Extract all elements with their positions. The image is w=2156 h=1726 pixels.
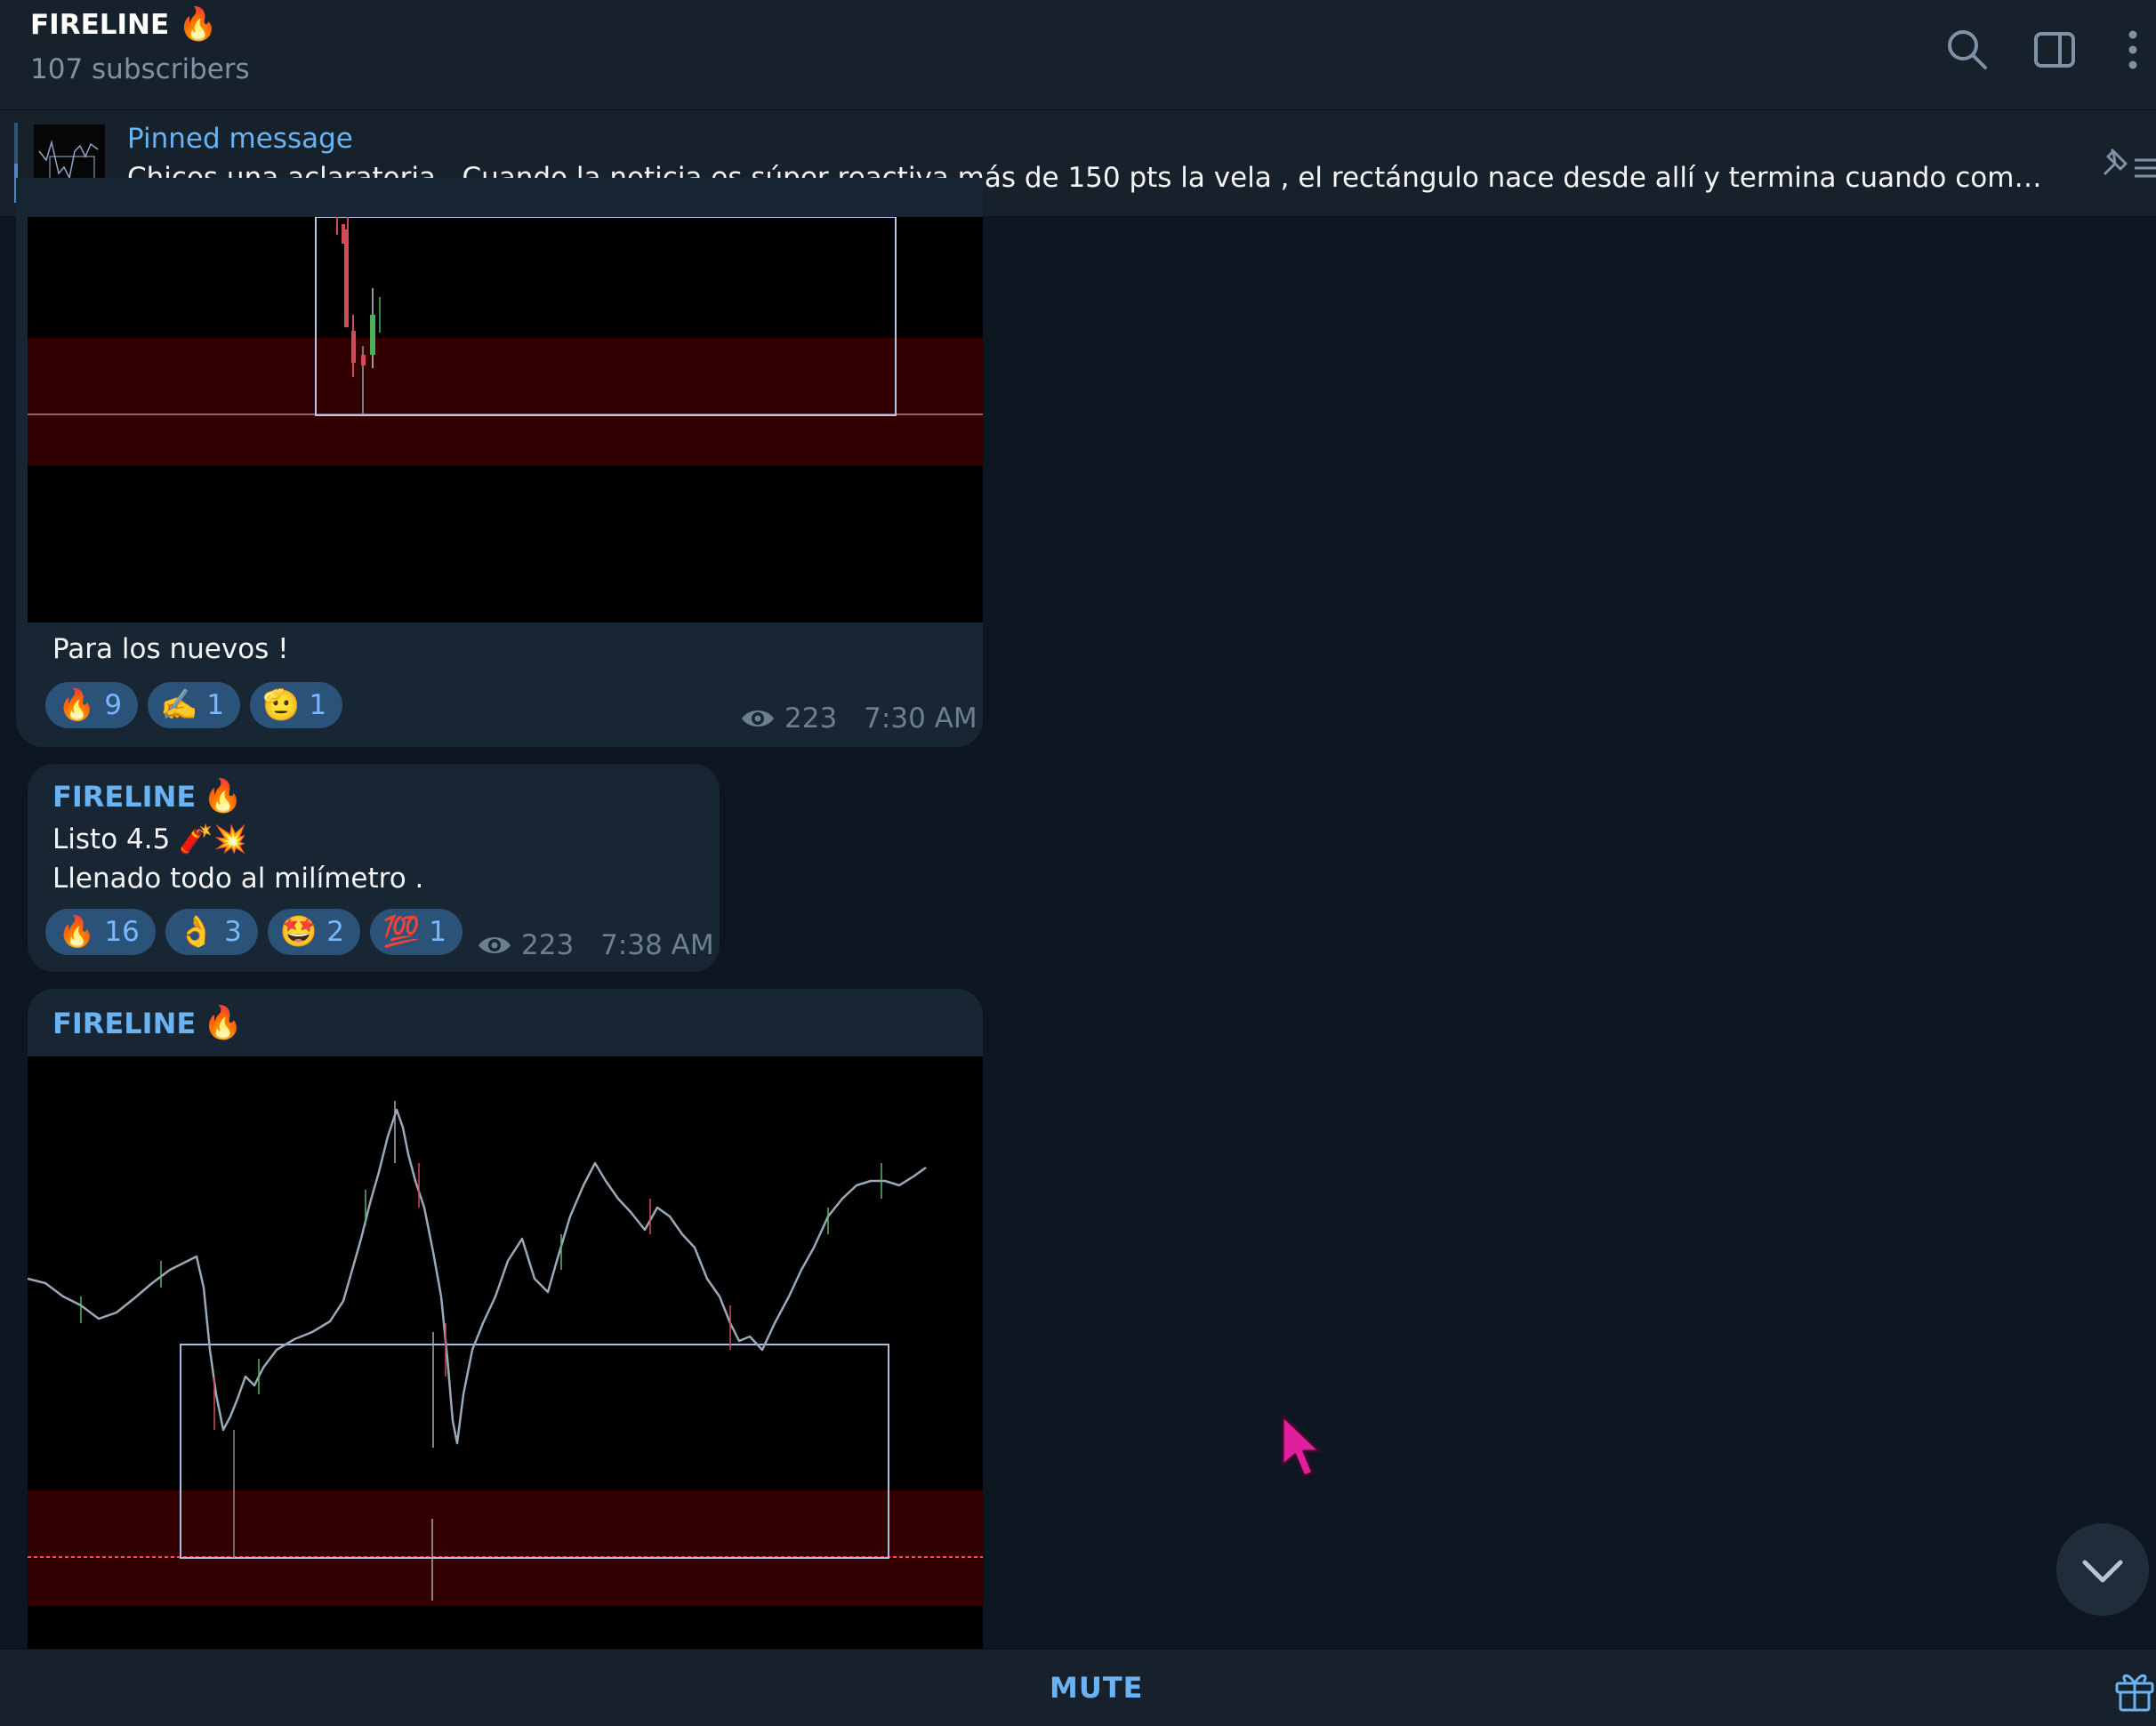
pin-list-icon[interactable] (2099, 144, 2156, 189)
search-icon[interactable] (1944, 27, 1991, 73)
reaction-count: 3 (224, 916, 242, 948)
views-eye-icon (742, 710, 774, 727)
fire-emoji: 🔥 (203, 778, 244, 815)
reaction-chip[interactable]: 👌 3 (165, 909, 258, 955)
more-vert-icon[interactable] (2110, 27, 2156, 73)
subscriber-count: 107 subscribers (30, 53, 250, 85)
message-time: 7:38 AM (600, 929, 714, 961)
scroll-to-bottom-button[interactable] (2056, 1523, 2149, 1616)
reaction-chip[interactable]: 🤩 2 (267, 909, 360, 955)
chat-header: FIRELINE 🔥 107 subscribers (0, 0, 2156, 110)
sender-label: FIRELINE (52, 780, 197, 814)
sender-name[interactable]: FIRELINE 🔥 (52, 780, 243, 814)
sidebar-toggle-icon[interactable] (2031, 27, 2078, 73)
channel-title[interactable]: FIRELINE 🔥 (30, 6, 218, 43)
message-time: 7:30 AM (864, 702, 977, 735)
reaction-emoji: 🔥 (58, 687, 96, 723)
reaction-emoji: 💯 (382, 914, 421, 950)
reaction-count: 1 (206, 689, 225, 721)
reaction-emoji: 👌 (177, 914, 216, 950)
pinned-label: Pinned message (127, 123, 353, 155)
reaction-emoji: ✍️ (160, 687, 198, 723)
reaction-emoji: 🫡 (262, 687, 301, 723)
reaction-count: 1 (309, 689, 327, 721)
reaction-chip[interactable]: 🔥 16 (45, 909, 156, 955)
gift-icon[interactable] (2112, 1667, 2156, 1712)
bottom-bar: MUTE (0, 1649, 2156, 1726)
reaction-chip[interactable]: 🔥 9 (45, 682, 139, 728)
message-meta: 223 7:30 AM (740, 702, 977, 735)
fire-emoji: 🔥 (178, 6, 218, 43)
reaction-count: 9 (104, 689, 123, 721)
message-line: Listo 4.5 🧨💥 (52, 823, 248, 855)
reaction-count: 2 (326, 916, 344, 948)
reaction-chip[interactable]: ✍️ 1 (148, 682, 241, 728)
reaction-list: 🔥 16 👌 3 🤩 2 💯 1 (45, 909, 463, 955)
reaction-emoji: 🤩 (279, 914, 318, 950)
fire-emoji: 🔥 (203, 1005, 244, 1041)
chevron-down-icon (2082, 1560, 2123, 1583)
reaction-emoji: 🔥 (58, 914, 96, 950)
chart-image[interactable] (28, 1056, 983, 1649)
message-caption: Para los nuevos ! (52, 633, 289, 665)
reaction-count: 1 (429, 916, 447, 948)
sender-name[interactable]: FIRELINE 🔥 (52, 1007, 243, 1040)
channel-name: FIRELINE (30, 9, 170, 41)
sender-label: FIRELINE (52, 1007, 197, 1040)
message-meta: 223 7:38 AM (477, 929, 714, 961)
view-count: 223 (784, 702, 838, 735)
reaction-chip[interactable]: 🫡 1 (250, 682, 343, 728)
mute-button[interactable]: MUTE (1050, 1671, 1144, 1705)
view-count: 223 (521, 929, 575, 961)
reaction-count: 16 (104, 916, 140, 948)
views-eye-icon (479, 937, 511, 953)
reaction-list: 🔥 9 ✍️ 1 🫡 1 (45, 682, 343, 728)
mouse-cursor-icon (1281, 1414, 1322, 1478)
message-line: Llenado todo al milímetro . (52, 863, 424, 895)
chart-image[interactable] (28, 217, 983, 622)
reaction-chip[interactable]: 💯 1 (369, 909, 463, 955)
